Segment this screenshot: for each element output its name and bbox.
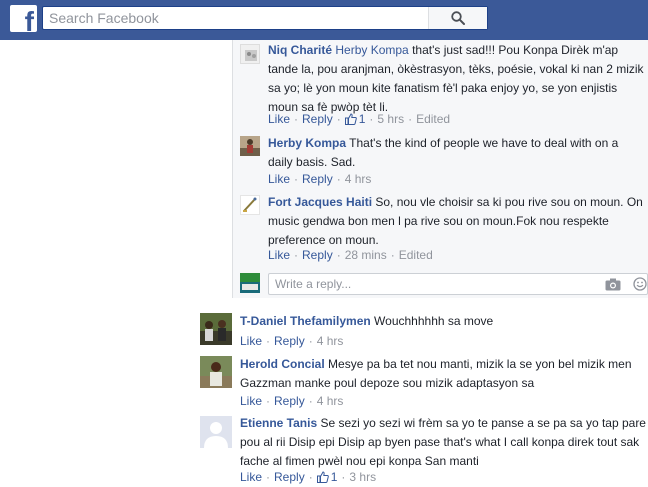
current-user-avatar — [240, 273, 260, 293]
reply-text: Fort Jacques Haiti So, nou vle choisir s… — [268, 193, 648, 250]
search-button[interactable] — [428, 7, 487, 29]
comment-author[interactable]: Fort Jacques Haiti — [268, 195, 372, 209]
smiley-icon[interactable] — [633, 277, 647, 291]
like-link[interactable]: Like — [240, 394, 262, 408]
comment-text-line: tande la, pou aranjman, òkèstrasyon, tèk… — [268, 62, 644, 76]
edited-label[interactable]: Edited — [416, 112, 450, 126]
comment-actions: Like · Reply · 1 · 5 hrs · Edited — [268, 112, 451, 126]
mention-link[interactable]: Herby Kompa — [335, 43, 408, 57]
comment-text-line: pou al rii Disip epi Disip ap byen pase … — [240, 435, 640, 449]
avatar[interactable] — [200, 416, 232, 448]
top-bar: f — [0, 0, 648, 41]
comment-text: T-Daniel Thefamilymen Wouchhhhhh sa move — [240, 312, 640, 331]
comment-text-line: Gazzman manke poul depoze sou mizik adap… — [240, 376, 535, 390]
comment-text-line: Se sezi yo sezi wi frèm sa yo te panse a… — [320, 416, 646, 430]
timestamp[interactable]: 4 hrs — [317, 334, 344, 348]
camera-icon[interactable] — [605, 278, 621, 291]
comment-actions: Like · Reply · 4 hrs — [268, 172, 372, 186]
timestamp[interactable]: 5 hrs — [377, 112, 404, 126]
comment-actions: Like · Reply · 28 mins · Edited — [268, 248, 433, 262]
timestamp[interactable]: 3 hrs — [349, 470, 376, 484]
reply-text: Niq Charité Herby Kompa that's just sad!… — [268, 41, 648, 117]
reply-input[interactable] — [275, 277, 595, 291]
search-input[interactable] — [49, 10, 439, 26]
comment-text-line: Wouchhhhhh sa move — [374, 314, 494, 328]
comment-text-line: fache al fimen pwèl nou epi konpa San ma… — [240, 454, 479, 468]
comment-actions: Like · Reply · 4 hrs — [240, 334, 344, 348]
like-link[interactable]: Like — [268, 248, 290, 262]
like-link[interactable]: Like — [268, 112, 290, 126]
comment-text-line: sa yo; lè yon moun kite fanatism fè'l pa… — [268, 81, 618, 95]
comment-text-line: That's the kind of people we have to dea… — [349, 136, 619, 150]
timestamp[interactable]: 4 hrs — [317, 394, 344, 408]
reply-text: Herby Kompa That's the kind of people we… — [268, 134, 648, 172]
like-link[interactable]: Like — [240, 334, 262, 348]
search-icon — [451, 11, 465, 25]
comment-author[interactable]: Herby Kompa — [268, 136, 346, 150]
search-box — [42, 6, 488, 30]
comment-author[interactable]: Niq Charité — [268, 43, 332, 57]
avatar[interactable] — [240, 44, 260, 64]
reply-link[interactable]: Reply — [302, 248, 333, 262]
comment-text-line: Mesye pa ba tet nou manti, mizik la se y… — [328, 357, 632, 371]
comment-text-line: that's just sad!!! Pou Konpa Dirèk m'ap — [412, 43, 619, 57]
comment-text-line: daily basis. Sad. — [268, 155, 356, 169]
comment-text-line: preference on moun. — [268, 233, 379, 247]
avatar[interactable] — [240, 195, 260, 215]
like-count[interactable]: 1 — [316, 470, 337, 484]
edited-label[interactable]: Edited — [399, 248, 433, 262]
reply-link[interactable]: Reply — [302, 112, 333, 126]
thumbs-up-icon — [344, 113, 357, 125]
avatar[interactable] — [240, 136, 260, 156]
like-count[interactable]: 1 — [344, 112, 365, 126]
comment-actions: Like · Reply · 1 · 3 hrs — [240, 470, 377, 484]
comment-actions: Like · Reply · 4 hrs — [240, 394, 344, 408]
reply-link[interactable]: Reply — [274, 394, 305, 408]
facebook-logo-icon[interactable]: f — [10, 5, 37, 32]
reply-link[interactable]: Reply — [302, 172, 333, 186]
reply-link[interactable]: Reply — [274, 334, 305, 348]
avatar[interactable] — [200, 356, 232, 388]
comment-author[interactable]: T-Daniel Thefamilymen — [240, 314, 371, 328]
thumbs-up-icon — [316, 471, 329, 483]
comment-text-line: music gendwa bon men l pa rive sou on mo… — [268, 214, 609, 228]
timestamp[interactable]: 4 hrs — [345, 172, 372, 186]
comment-text: Etienne Tanis Se sezi yo sezi wi frèm sa… — [240, 414, 648, 471]
reply-link[interactable]: Reply — [274, 470, 305, 484]
avatar[interactable] — [200, 313, 232, 345]
like-link[interactable]: Like — [268, 172, 290, 186]
comment-author[interactable]: Etienne Tanis — [240, 416, 317, 430]
write-reply-box — [268, 273, 648, 295]
comment-author[interactable]: Herold Concial — [240, 357, 325, 371]
comment-text-line: So, nou vle choisir sa ki pou rive sou o… — [375, 195, 643, 209]
like-link[interactable]: Like — [240, 470, 262, 484]
comment-text: Herold Concial Mesye pa ba tet nou manti… — [240, 355, 640, 393]
timestamp[interactable]: 28 mins — [345, 248, 387, 262]
